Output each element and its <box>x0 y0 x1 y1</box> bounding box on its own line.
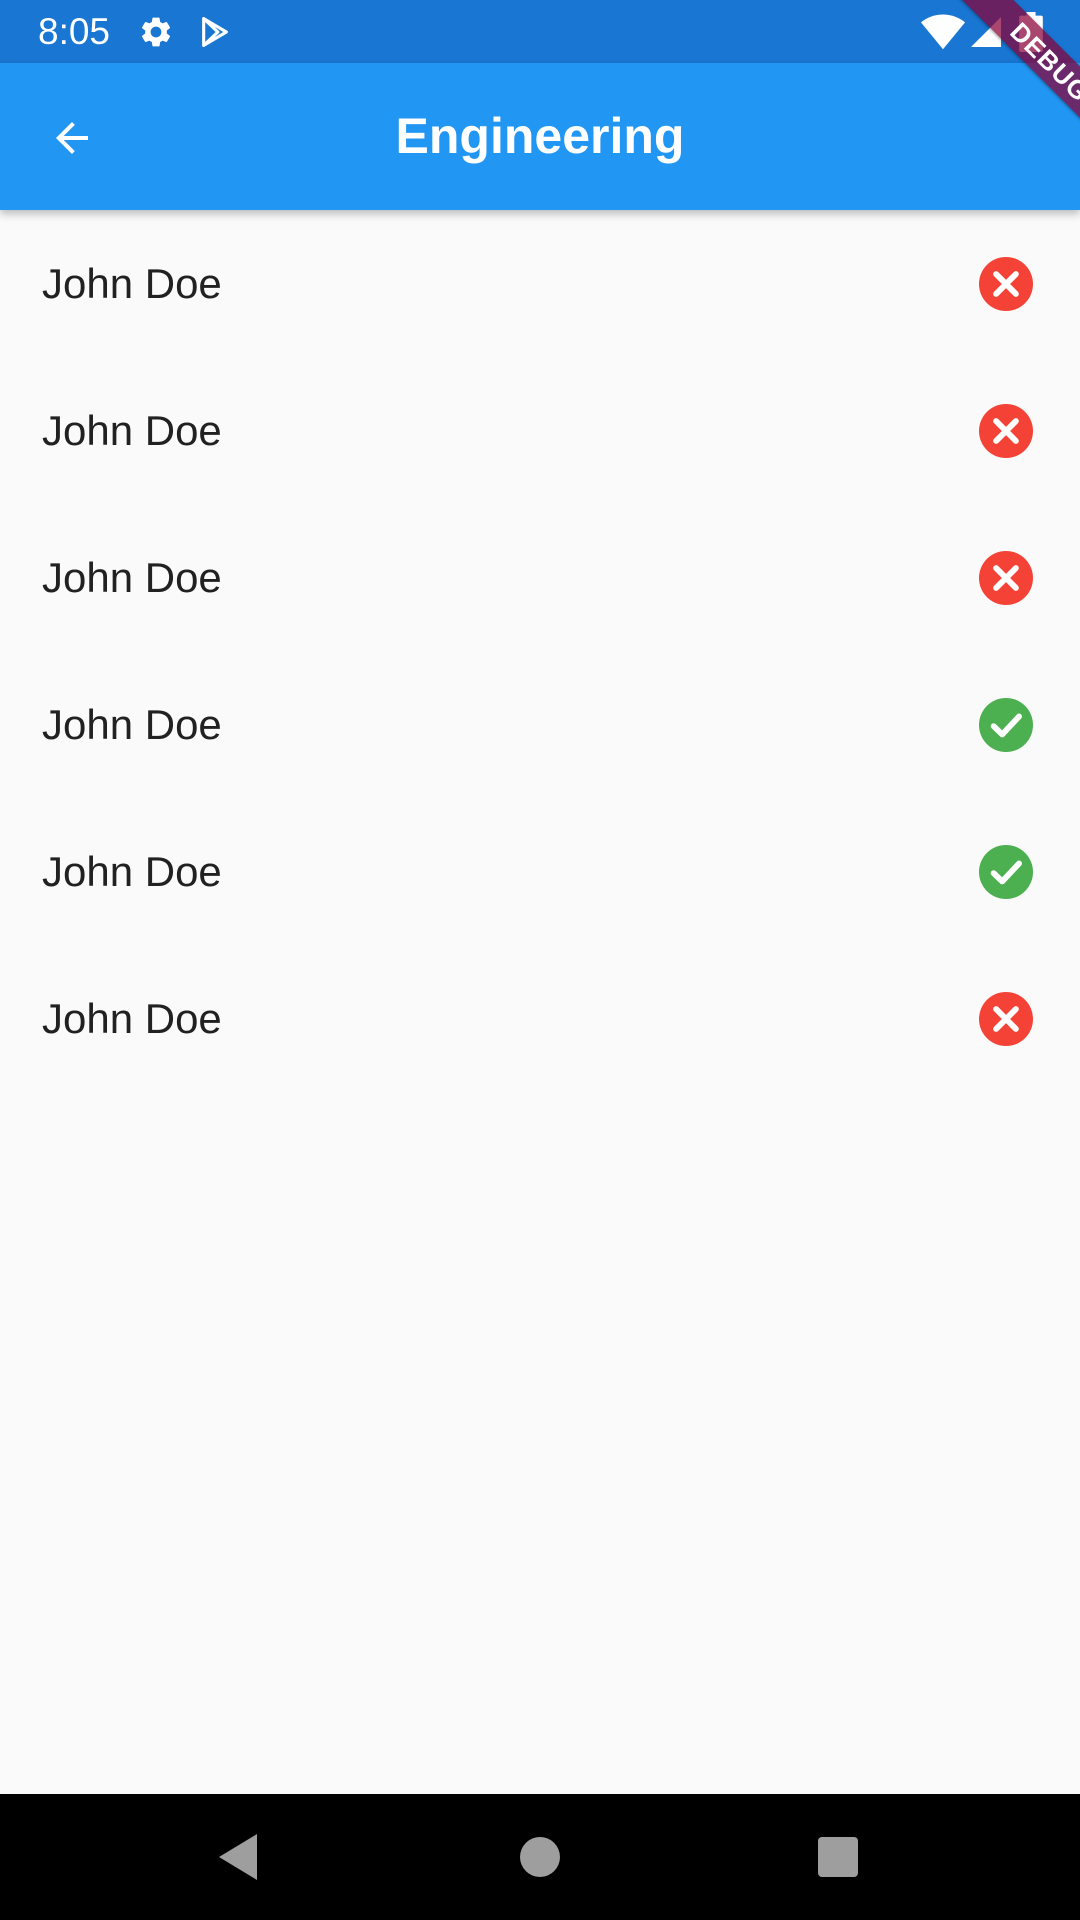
status-time: 8:05 <box>38 11 111 52</box>
cancel-icon[interactable] <box>979 992 1033 1046</box>
cancel-icon[interactable] <box>979 404 1033 458</box>
recents-square-icon <box>818 1837 858 1877</box>
back-triangle-icon <box>219 1834 261 1880</box>
list-item[interactable]: John Doe <box>0 357 1080 504</box>
list-item-name: John Doe <box>42 407 222 454</box>
home-circle-icon <box>520 1837 560 1877</box>
list-item-name: John Doe <box>42 995 222 1042</box>
play-store-icon <box>198 0 232 63</box>
list-item-name: John Doe <box>42 701 222 748</box>
employee-list: John Doe John Doe John Doe John Doe John… <box>0 210 1080 1092</box>
signal-icon <box>968 0 1004 63</box>
wifi-icon <box>920 0 966 63</box>
gear-icon <box>138 0 174 63</box>
list-item-name: John Doe <box>42 848 222 895</box>
cancel-icon[interactable] <box>979 551 1033 605</box>
status-bar: 8:05 <box>0 0 1080 63</box>
list-item[interactable]: John Doe <box>0 210 1080 357</box>
system-nav-bar <box>0 1794 1080 1920</box>
list-item[interactable]: John Doe <box>0 651 1080 798</box>
battery-icon <box>1018 0 1044 63</box>
nav-home-button[interactable] <box>480 1794 600 1920</box>
check-icon[interactable] <box>979 845 1033 899</box>
list-item-name: John Doe <box>42 260 222 307</box>
app-bar: Engineering <box>0 63 1080 210</box>
list-item-name: John Doe <box>42 554 222 601</box>
nav-back-button[interactable] <box>180 1794 300 1920</box>
list-item[interactable]: John Doe <box>0 798 1080 945</box>
check-icon[interactable] <box>979 698 1033 752</box>
list-item[interactable]: John Doe <box>0 504 1080 651</box>
page-title: Engineering <box>395 108 685 164</box>
cancel-icon[interactable] <box>979 257 1033 311</box>
nav-recents-button[interactable] <box>778 1794 898 1920</box>
list-item[interactable]: John Doe <box>0 945 1080 1092</box>
